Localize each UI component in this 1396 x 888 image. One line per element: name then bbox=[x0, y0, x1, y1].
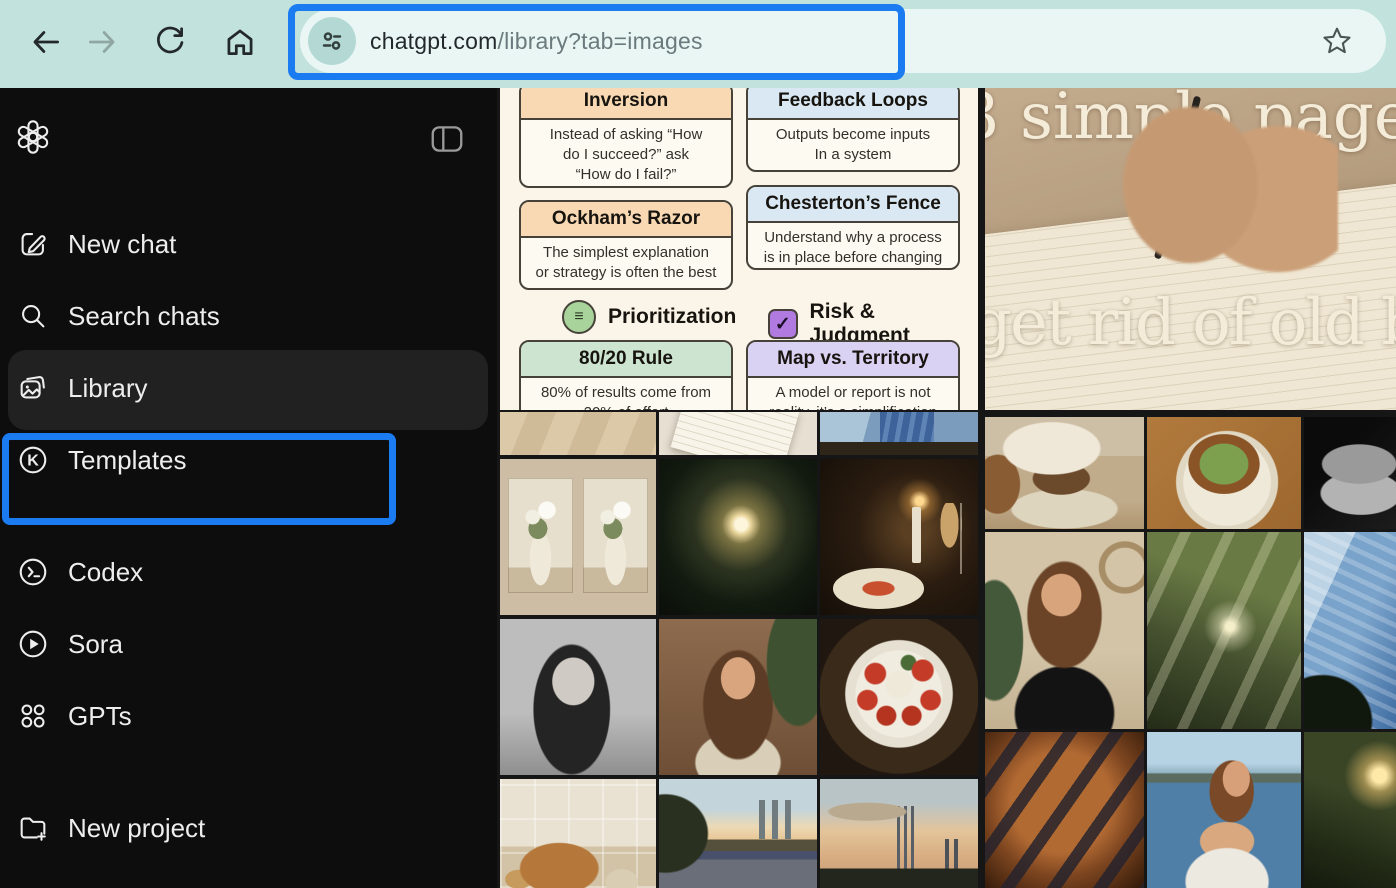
pen-shape bbox=[1154, 96, 1201, 260]
openai-logo-icon[interactable] bbox=[14, 118, 52, 156]
library-tile-candlelit-dinner[interactable] bbox=[820, 459, 978, 615]
sidebar-item-codex[interactable]: Codex bbox=[0, 544, 497, 600]
card-title: Chesterton’s Fence bbox=[748, 187, 958, 223]
sora-icon bbox=[16, 627, 50, 661]
card-body: 80% of results come from 20% of effort bbox=[521, 378, 731, 410]
library-tile-journal-writing[interactable]: 3 simple pages get rid of old be bbox=[985, 88, 1396, 410]
codex-icon bbox=[16, 555, 50, 589]
sidebar-item-label: Search chats bbox=[68, 301, 220, 332]
card-title: Feedback Loops bbox=[748, 88, 958, 120]
infographic-section-prioritization: ≡ Prioritization bbox=[562, 300, 736, 334]
library-tile-caprese-plate[interactable] bbox=[820, 619, 978, 775]
list-icon: ≡ bbox=[562, 300, 596, 334]
infographic-card-map-vs-territory: Map vs. Territory A model or report is n… bbox=[746, 340, 960, 410]
library-tile-woman-by-lake[interactable] bbox=[1147, 732, 1301, 888]
forward-arrow-icon bbox=[90, 33, 113, 52]
infographic-card-chestertons-fence: Chesterton’s Fence Understand why a proc… bbox=[746, 185, 960, 270]
new-chat-icon bbox=[16, 227, 50, 261]
infographic-card-inversion: Inversion Instead of asking “How do I su… bbox=[519, 88, 733, 188]
library-image-grid: Inversion Instead of asking “How do I su… bbox=[497, 88, 1396, 888]
infographic-card-8020-rule: 80/20 Rule 80% of results come from 20% … bbox=[519, 340, 733, 410]
sidebar-item-new-project[interactable]: New project bbox=[0, 800, 497, 856]
url-domain: chatgpt.com bbox=[370, 28, 498, 54]
tune-icon bbox=[324, 34, 340, 49]
library-tile-avocado-toast[interactable] bbox=[1147, 417, 1301, 529]
sidebar: New chat Search chats Library K Template… bbox=[0, 88, 497, 888]
sidebar-item-library[interactable]: Library bbox=[0, 360, 497, 416]
library-tile-mental-models-infographic[interactable]: Inversion Instead of asking “How do I su… bbox=[500, 88, 978, 410]
url-text[interactable]: chatgpt.com/library?tab=images bbox=[370, 9, 703, 73]
library-tile-bw-hands[interactable] bbox=[1304, 417, 1396, 529]
browser-toolbar: chatgpt.com/library?tab=images bbox=[0, 0, 1396, 88]
infographic-card-ockhams-razor: Ockham’s Razor The simplest explanation … bbox=[519, 200, 733, 290]
browser-window: chatgpt.com/library?tab=images bbox=[0, 0, 1396, 888]
library-tile-river-sunset[interactable] bbox=[659, 779, 817, 888]
address-bar[interactable]: chatgpt.com/library?tab=images bbox=[300, 9, 1386, 73]
section-label: Prioritization bbox=[608, 305, 736, 329]
library-tile-flower-vases[interactable] bbox=[500, 459, 656, 615]
search-icon bbox=[16, 299, 50, 333]
card-body: A model or report is not reality, it’s a… bbox=[748, 378, 958, 410]
site-settings-button[interactable] bbox=[308, 17, 356, 65]
sidebar-item-new-chat[interactable]: New chat bbox=[0, 216, 497, 272]
star-icon bbox=[1324, 29, 1349, 52]
card-body: Outputs become inputs In a system bbox=[748, 120, 958, 170]
library-tile-forest-sun-flare[interactable] bbox=[1304, 732, 1396, 888]
sidebar-item-label: Codex bbox=[68, 557, 143, 588]
checkbox-icon: ✓ bbox=[768, 309, 798, 339]
card-body: Understand why a process is in place bef… bbox=[748, 223, 958, 270]
sidebar-item-label: Templates bbox=[68, 445, 187, 476]
sidebar-item-search-chats[interactable]: Search chats bbox=[0, 288, 497, 344]
library-tile-forest-sunbeams[interactable] bbox=[1147, 532, 1301, 729]
sidebar-item-label: New project bbox=[68, 813, 205, 844]
card-body: The simplest explanation or strategy is … bbox=[521, 238, 731, 288]
home-button[interactable] bbox=[220, 22, 260, 62]
sidebar-item-gpts[interactable]: GPTs bbox=[0, 688, 497, 744]
library-tile-bw-portrait[interactable] bbox=[500, 619, 656, 775]
forward-button[interactable] bbox=[82, 22, 122, 62]
library-tile-woman-with-plants[interactable] bbox=[985, 532, 1144, 729]
card-title: 80/20 Rule bbox=[521, 342, 731, 378]
svg-text:K: K bbox=[27, 452, 39, 470]
library-tile-open-book[interactable] bbox=[659, 412, 817, 455]
sidebar-item-sora[interactable]: Sora bbox=[0, 616, 497, 672]
sidebar-item-templates[interactable]: K Templates bbox=[0, 432, 497, 488]
library-tile-glass-towers[interactable] bbox=[820, 412, 978, 455]
notebook-overlay-line1: 3 simple pages bbox=[985, 88, 1370, 154]
library-tile-grilled-steak[interactable] bbox=[985, 732, 1144, 888]
panel-toggle-icon bbox=[433, 127, 462, 150]
reload-button[interactable] bbox=[150, 22, 190, 62]
sidebar-item-label: Sora bbox=[68, 629, 123, 660]
sidebar-item-label: GPTs bbox=[68, 701, 132, 732]
bookmark-button[interactable] bbox=[1318, 22, 1356, 60]
new-project-icon bbox=[16, 811, 50, 845]
notebook-overlay-line2: get rid of old be bbox=[985, 286, 1382, 360]
library-tile-living-room[interactable] bbox=[985, 417, 1144, 529]
card-title: Ockham’s Razor bbox=[521, 202, 731, 238]
url-path: /library?tab=images bbox=[498, 28, 703, 54]
gpts-icon bbox=[16, 699, 50, 733]
back-button[interactable] bbox=[26, 22, 66, 62]
back-arrow-icon bbox=[35, 33, 58, 52]
templates-icon: K bbox=[16, 443, 50, 477]
library-tile-warm-portrait[interactable] bbox=[659, 619, 817, 775]
library-tile-beige-fabric[interactable] bbox=[500, 412, 656, 455]
library-icon bbox=[16, 371, 50, 405]
reload-icon bbox=[158, 28, 182, 52]
card-body: Instead of asking “How do I succeed?” as… bbox=[521, 120, 731, 188]
library-tile-bread-counter[interactable] bbox=[500, 779, 656, 888]
card-title: Inversion bbox=[521, 88, 731, 120]
sidebar-toggle-button[interactable] bbox=[428, 120, 466, 158]
infographic-card-feedback-loops: Feedback Loops Outputs become inputs In … bbox=[746, 88, 960, 172]
wine-glass-shape bbox=[939, 503, 963, 575]
card-title: Map vs. Territory bbox=[748, 342, 958, 378]
sidebar-item-label: Library bbox=[68, 373, 147, 404]
library-tile-dark-forest-sun[interactable] bbox=[659, 459, 817, 615]
library-tile-blue-skyscraper[interactable] bbox=[1304, 532, 1396, 729]
home-icon bbox=[229, 31, 251, 54]
library-tile-skyline-sunset[interactable] bbox=[820, 779, 978, 888]
sidebar-item-label: New chat bbox=[68, 229, 176, 260]
